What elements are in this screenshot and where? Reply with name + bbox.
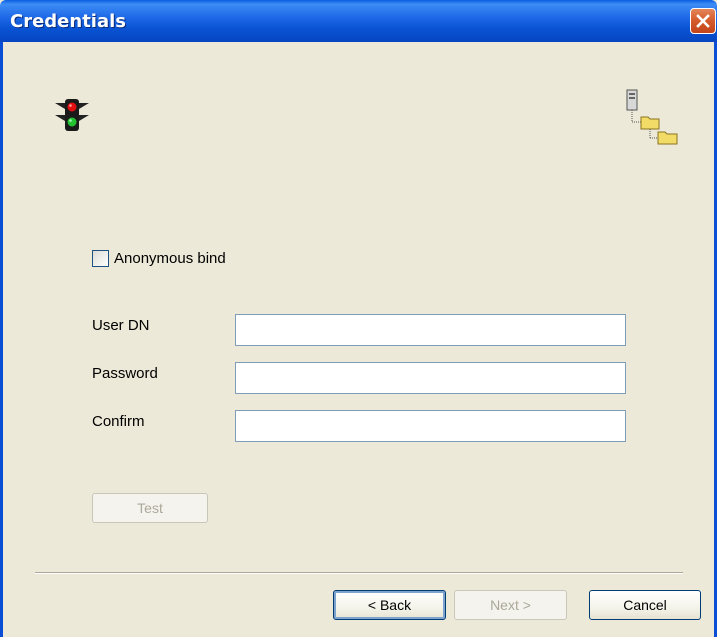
separator-highlight <box>35 573 683 574</box>
next-button[interactable]: Next > <box>454 590 567 620</box>
confirm-label: Confirm <box>92 413 145 430</box>
directory-tree-icon <box>626 89 678 145</box>
user-dn-label: User DN <box>92 317 150 334</box>
close-button[interactable] <box>690 8 716 34</box>
anonymous-bind-checkbox[interactable]: Anonymous bind <box>92 247 226 269</box>
test-button[interactable]: Test <box>92 493 208 523</box>
cancel-button[interactable]: Cancel <box>589 590 701 620</box>
title-bar: Credentials <box>0 0 717 42</box>
user-dn-field[interactable] <box>235 314 626 346</box>
anonymous-bind-label: Anonymous bind <box>114 249 226 267</box>
back-button[interactable]: < Back <box>333 590 446 620</box>
confirm-field[interactable] <box>235 410 626 442</box>
confirm-input[interactable] <box>236 411 625 441</box>
close-icon <box>696 14 710 28</box>
window-title: Credentials <box>10 11 127 32</box>
password-label: Password <box>92 365 158 382</box>
traffic-light-icon <box>55 99 89 131</box>
password-input[interactable] <box>236 363 625 393</box>
checkbox-box[interactable] <box>92 249 109 267</box>
user-dn-input[interactable] <box>236 315 625 345</box>
password-field[interactable] <box>235 362 626 394</box>
window-frame-left <box>0 42 3 637</box>
